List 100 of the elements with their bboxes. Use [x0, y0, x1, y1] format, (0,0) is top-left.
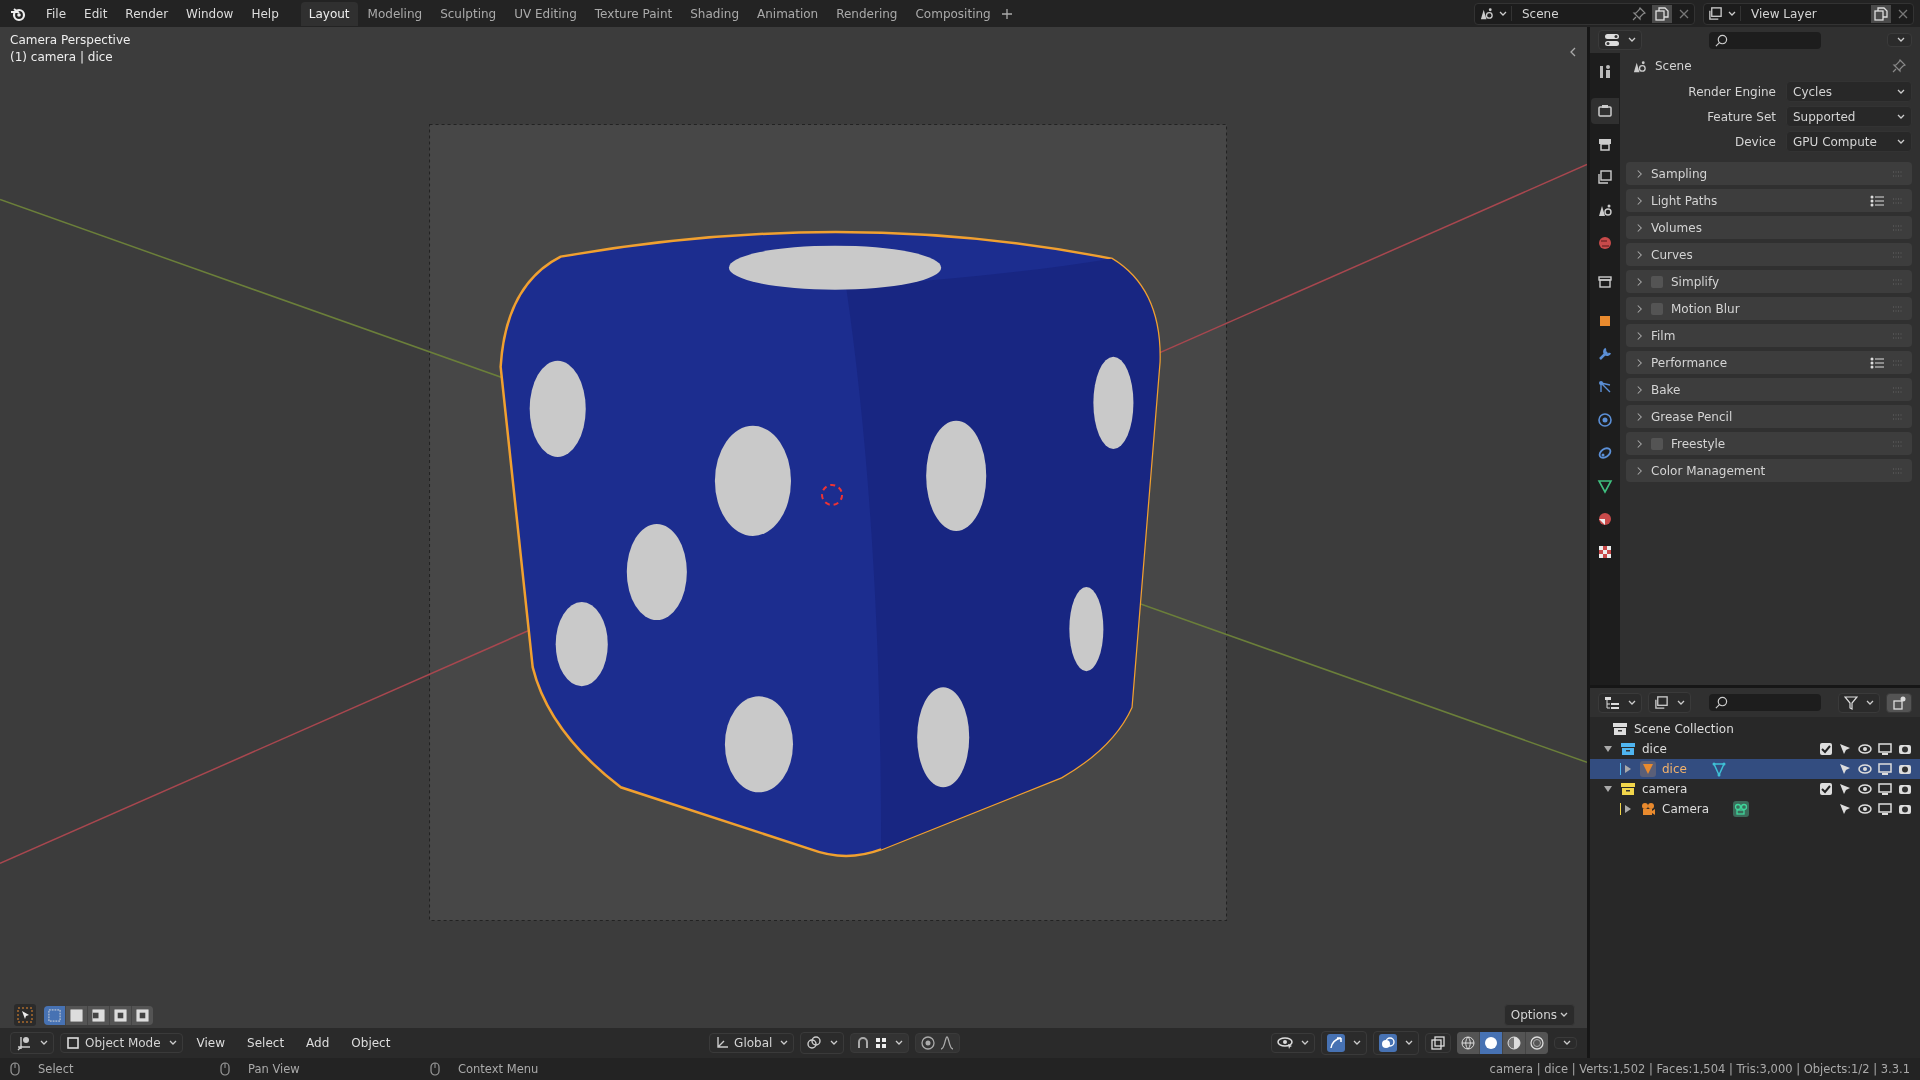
close-icon[interactable]: [1897, 7, 1909, 20]
workspace-tab[interactable]: Layout: [300, 1, 358, 26]
panel-header[interactable]: Sampling: [1626, 162, 1912, 185]
shading-mode-button[interactable]: [1457, 1032, 1479, 1054]
checkbox[interactable]: [1820, 743, 1832, 755]
menu-item[interactable]: View: [188, 1033, 234, 1053]
properties-tab[interactable]: [1591, 98, 1619, 124]
monitor-icon[interactable]: [1878, 742, 1892, 756]
camera-icon[interactable]: [1898, 742, 1912, 756]
outliner-row[interactable]: dice: [1590, 759, 1920, 779]
menu-item[interactable]: Add: [298, 1033, 338, 1053]
duplicate-button[interactable]: [1652, 4, 1672, 23]
select-tool-button[interactable]: [14, 1004, 36, 1026]
dropdown[interactable]: Supported: [1786, 106, 1912, 127]
panel-header[interactable]: Grease Pencil: [1626, 405, 1912, 428]
workspace-tab[interactable]: UV Editing: [506, 1, 585, 26]
editor-type-button[interactable]: [10, 1032, 54, 1054]
orientation-dropdown[interactable]: Global: [709, 1033, 795, 1053]
filter-dropdown[interactable]: [1838, 692, 1880, 713]
dropdown[interactable]: Cycles: [1786, 81, 1912, 102]
close-icon[interactable]: [1678, 7, 1690, 20]
scene-name-field[interactable]: Scene: [1518, 4, 1626, 23]
collapse-sidebar-icon[interactable]: [1569, 47, 1577, 57]
panel-header[interactable]: Color Management: [1626, 459, 1912, 482]
shading-mode-button[interactable]: [1526, 1032, 1548, 1054]
checkbox[interactable]: [1820, 783, 1832, 795]
pivot-dropdown[interactable]: [800, 1032, 845, 1054]
collapse-icon[interactable]: [1604, 785, 1612, 793]
workspace-tab[interactable]: Animation: [749, 1, 827, 26]
workspace-tab[interactable]: Rendering: [828, 1, 906, 26]
panel-header[interactable]: Curves: [1626, 243, 1912, 266]
collapse-icon[interactable]: [1604, 745, 1612, 753]
menu-item[interactable]: Help: [243, 3, 287, 24]
monitor-icon[interactable]: [1878, 762, 1892, 776]
monitor-icon[interactable]: [1878, 802, 1892, 816]
search-field[interactable]: [1709, 694, 1821, 711]
pointer-icon[interactable]: [1838, 762, 1852, 776]
panel-header[interactable]: Freestyle: [1626, 432, 1912, 455]
eye-icon[interactable]: [1858, 782, 1872, 796]
menu-item[interactable]: Select: [239, 1033, 293, 1053]
panel-header[interactable]: Motion Blur: [1626, 297, 1912, 320]
display-mode-dropdown[interactable]: [1648, 692, 1691, 713]
camera-icon[interactable]: [1898, 782, 1912, 796]
mode-dropdown[interactable]: Object Mode: [60, 1033, 183, 1053]
options-button[interactable]: [1887, 33, 1912, 47]
app-logo-icon[interactable]: [10, 5, 26, 22]
workspace-tab[interactable]: Compositing: [907, 1, 999, 26]
view-layer-type-button[interactable]: [1708, 6, 1741, 21]
pointer-icon[interactable]: [1838, 742, 1852, 756]
shading-mode-button[interactable]: [1480, 1032, 1502, 1054]
proportional-editing-toggle[interactable]: [915, 1033, 961, 1053]
visibility-dropdown[interactable]: [1271, 1033, 1315, 1053]
new-collection-button[interactable]: [1886, 692, 1912, 713]
monitor-icon[interactable]: [1878, 782, 1892, 796]
outliner-row[interactable]: camera: [1590, 779, 1920, 799]
eye-icon[interactable]: [1858, 802, 1872, 816]
xray-toggle[interactable]: [1425, 1033, 1451, 1053]
pointer-icon[interactable]: [1838, 782, 1852, 796]
gizmo-dropdown[interactable]: [1321, 1031, 1367, 1055]
snap-toggle[interactable]: [850, 1033, 910, 1053]
pointer-icon[interactable]: [1838, 802, 1852, 816]
panel-header[interactable]: Bake: [1626, 378, 1912, 401]
shading-options-button[interactable]: [1554, 1037, 1577, 1049]
menu-item[interactable]: Window: [178, 3, 242, 24]
eye-icon[interactable]: [1858, 762, 1872, 776]
pin-icon[interactable]: [1892, 59, 1906, 73]
camera-data-icon[interactable]: [1733, 801, 1750, 817]
outliner-row[interactable]: Scene Collection: [1590, 719, 1920, 739]
dropdown[interactable]: GPU Compute: [1786, 131, 1912, 152]
editor-type-button[interactable]: [1598, 692, 1642, 713]
search-field[interactable]: [1708, 31, 1821, 49]
pin-icon[interactable]: [1632, 6, 1646, 21]
mesh-data-icon[interactable]: [1710, 761, 1727, 777]
workspace-tab[interactable]: Shading: [682, 1, 747, 26]
view-layer-name-field[interactable]: View Layer: [1747, 4, 1865, 23]
eye-icon[interactable]: [1858, 742, 1872, 756]
panel-header[interactable]: Simplify: [1626, 270, 1912, 293]
overlays-dropdown[interactable]: [1373, 1031, 1419, 1055]
duplicate-button[interactable]: [1871, 4, 1891, 23]
list-icon[interactable]: [1870, 194, 1884, 207]
outliner-row[interactable]: Camera: [1590, 799, 1920, 819]
menu-item[interactable]: Render: [117, 3, 177, 24]
expand-icon[interactable]: [1624, 765, 1632, 773]
menu-item[interactable]: File: [38, 3, 75, 24]
menu-item[interactable]: Edit: [76, 3, 116, 24]
panel-header[interactable]: Performance: [1626, 351, 1912, 374]
add-icon[interactable]: [1000, 7, 1013, 20]
workspace-tab[interactable]: Sculpting: [432, 1, 505, 26]
options-dropdown[interactable]: Options: [1503, 1004, 1575, 1026]
shading-mode-button[interactable]: [1503, 1032, 1525, 1054]
outliner-row[interactable]: dice: [1590, 739, 1920, 759]
workspace-tab[interactable]: Texture Paint: [586, 1, 681, 26]
expand-icon[interactable]: [1624, 805, 1632, 813]
menu-item[interactable]: Object: [343, 1033, 399, 1053]
workspace-tab[interactable]: Modeling: [359, 1, 431, 26]
list-icon[interactable]: [1870, 356, 1884, 369]
scene-type-button[interactable]: [1479, 6, 1512, 21]
camera-icon[interactable]: [1898, 762, 1912, 776]
editor-type-button[interactable]: [1598, 30, 1642, 50]
camera-icon[interactable]: [1898, 802, 1912, 816]
